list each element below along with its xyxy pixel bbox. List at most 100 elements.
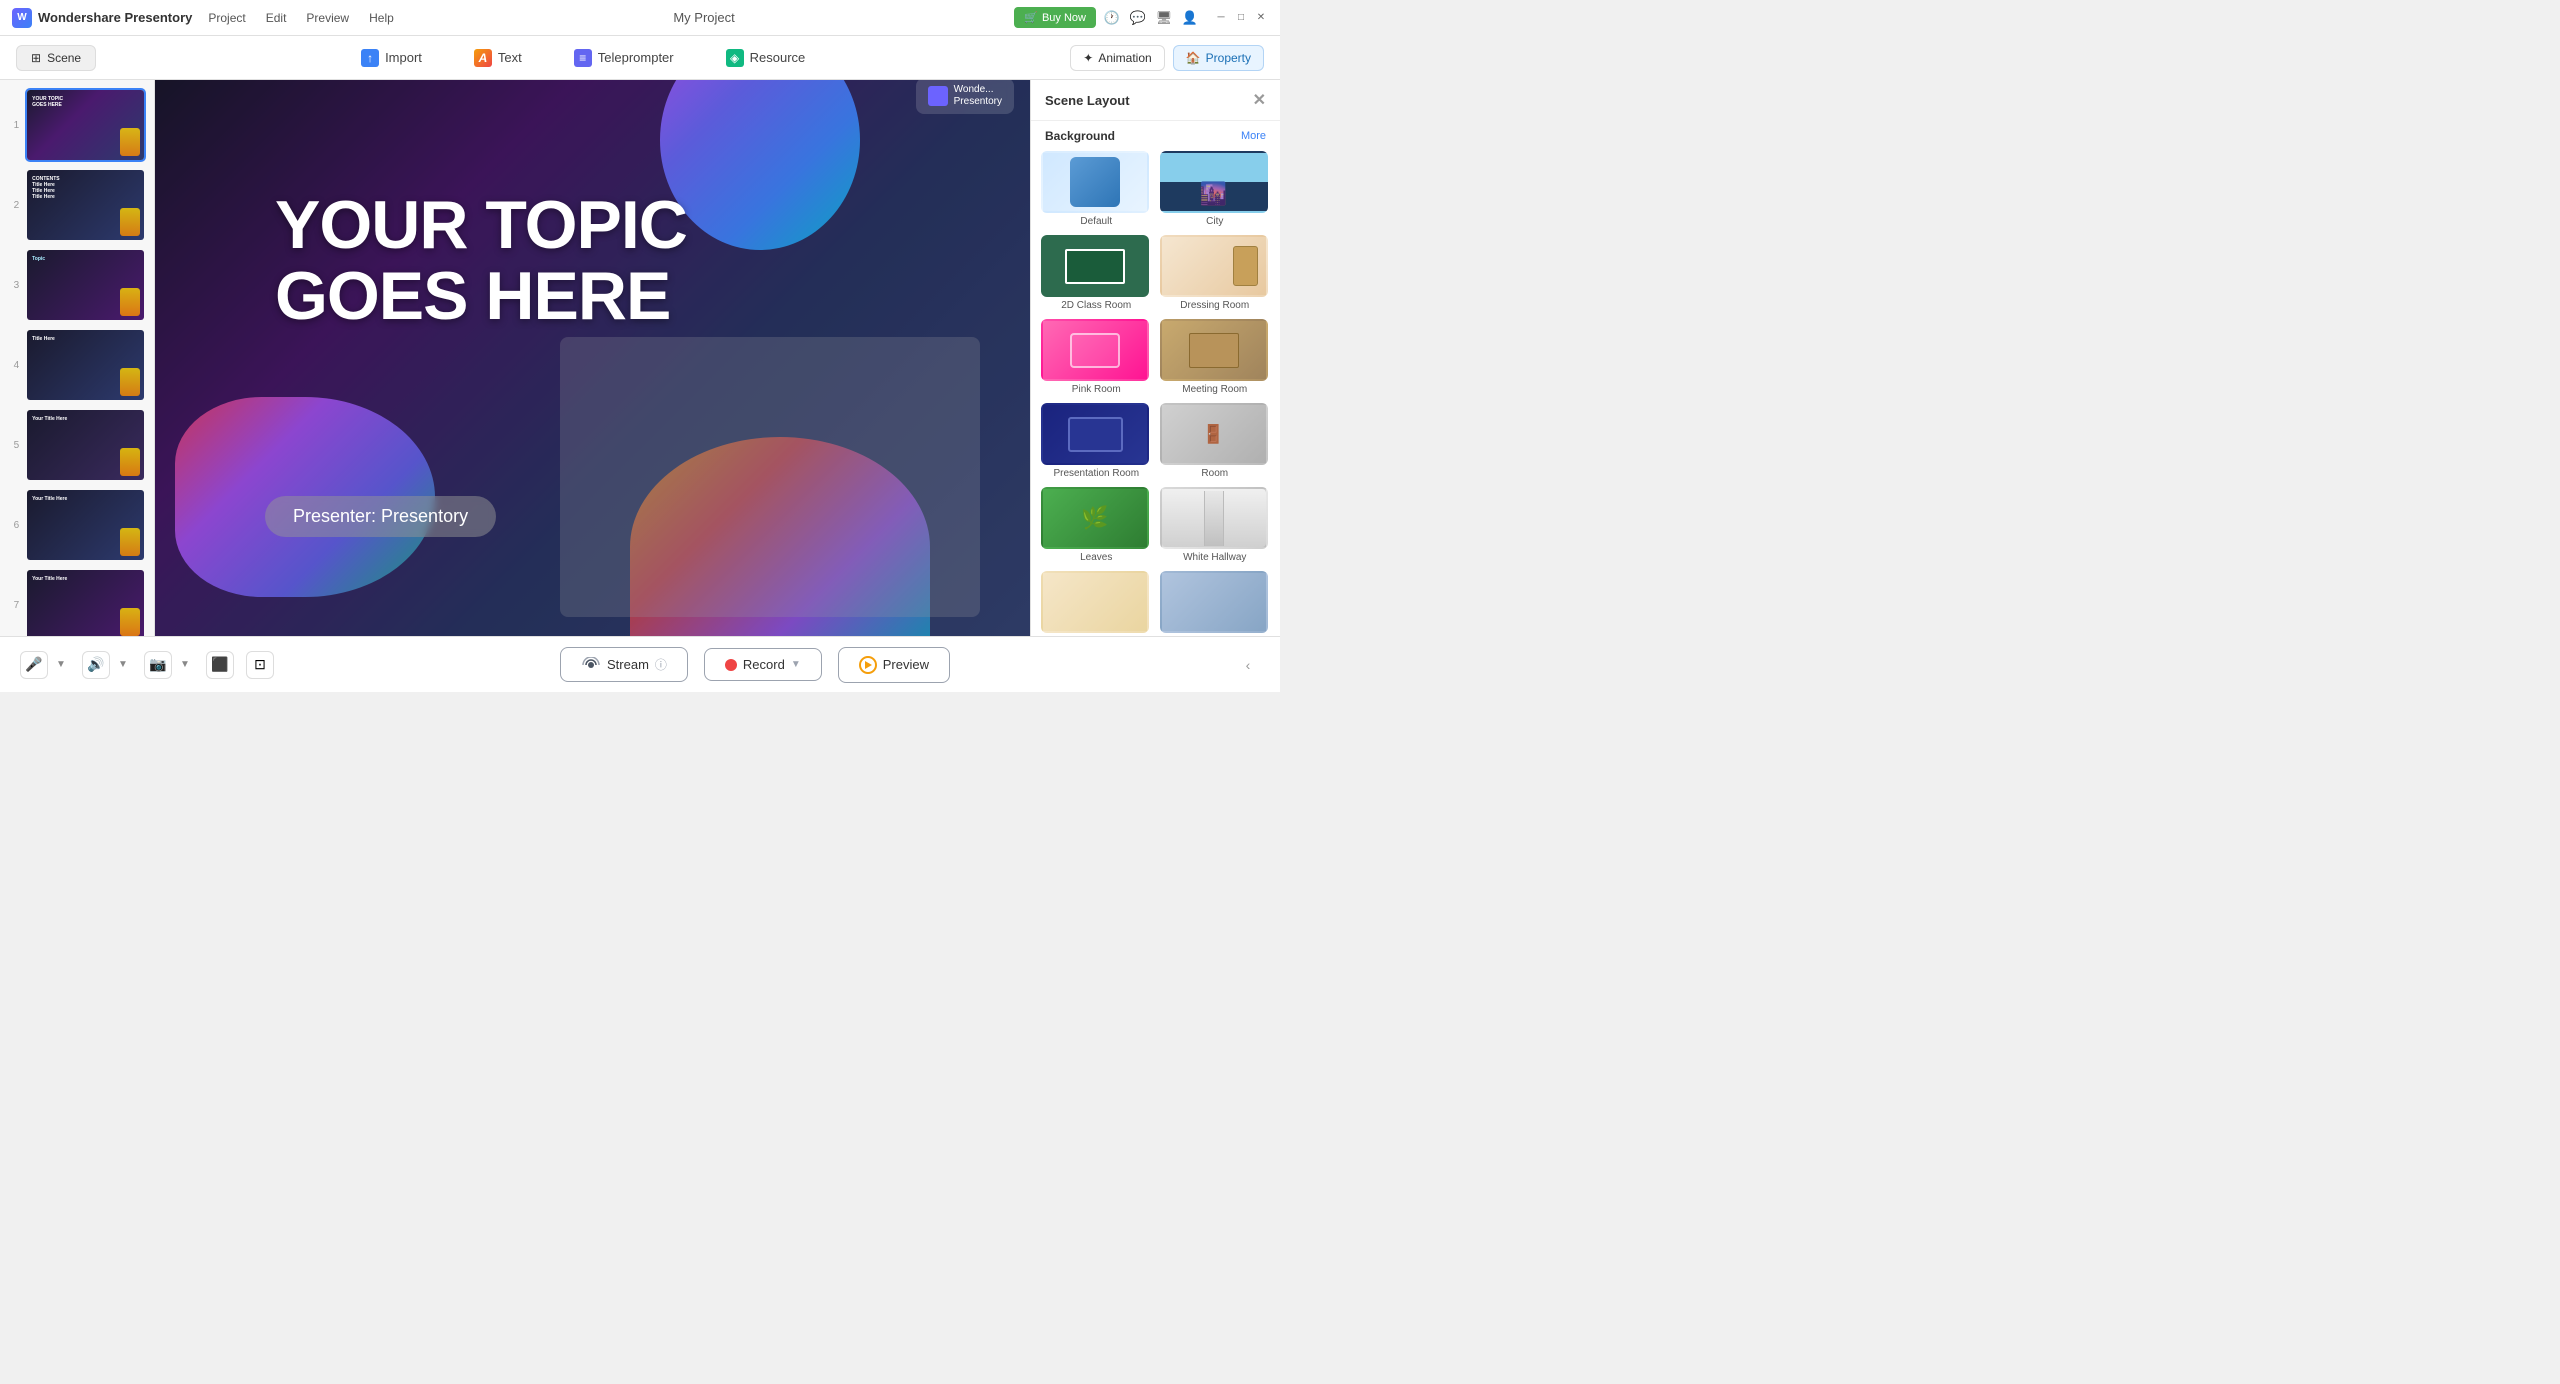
- bg-pinkroom[interactable]: Pink Room: [1041, 319, 1152, 395]
- slide-thumb-6[interactable]: Your Title Here: [25, 488, 146, 562]
- minimize-button[interactable]: ─: [1214, 11, 1228, 25]
- toolbar: ⊞ Scene ↑ Import A Text ≡ Teleprompter ◈…: [0, 36, 1280, 80]
- bg-label-pink: Pink Room: [1041, 384, 1152, 395]
- text-button[interactable]: A Text: [464, 43, 532, 73]
- import-button[interactable]: ↑ Import: [351, 43, 432, 73]
- bg-2dclassroom[interactable]: 2D Class Room: [1041, 235, 1152, 311]
- camera-group: 📷 ▼: [144, 651, 194, 679]
- mic-button[interactable]: 🎤: [20, 651, 48, 679]
- panel-header: Scene Layout ✕: [1031, 80, 1280, 121]
- teleprompter-button[interactable]: ≡ Teleprompter: [564, 43, 684, 73]
- close-button[interactable]: ✕: [1254, 11, 1268, 25]
- bg-thumb-leaves[interactable]: 🌿: [1041, 487, 1149, 549]
- menu-edit[interactable]: Edit: [266, 11, 287, 25]
- bg-bluegrey[interactable]: Blue Grey Gradient: [1160, 571, 1271, 636]
- bg-label-meeting: Meeting Room: [1160, 384, 1271, 395]
- speaker-button[interactable]: 🔊: [82, 651, 110, 679]
- bg-thumb-pink[interactable]: [1041, 319, 1149, 381]
- slide-thumb-4[interactable]: Title Here: [25, 328, 146, 402]
- stream-info-icon[interactable]: ⓘ: [655, 656, 667, 673]
- title-bar: W Wondershare Presentory Project Edit Pr…: [0, 0, 1280, 36]
- maximize-button[interactable]: □: [1234, 11, 1248, 25]
- mic-chevron[interactable]: ▼: [52, 651, 70, 679]
- slide-item[interactable]: 4 Title Here: [8, 328, 146, 402]
- bg-thumb-city[interactable]: 🌆: [1160, 151, 1268, 213]
- bg-thumb-meeting[interactable]: [1160, 319, 1268, 381]
- buy-now-button[interactable]: 🛒 Buy Now: [1014, 7, 1096, 28]
- preview-button[interactable]: Preview: [838, 647, 950, 683]
- bg-thumb-bluegrey[interactable]: [1160, 571, 1268, 633]
- main-canvas[interactable]: YOUR TOPIC GOES HERE Presenter: Presento…: [155, 80, 1030, 636]
- menu-help[interactable]: Help: [369, 11, 394, 25]
- bg-label-hallway: White Hallway: [1160, 552, 1271, 563]
- user-icon[interactable]: 👤: [1182, 10, 1198, 26]
- toolbar-right: ✦ Animation 🏠 Property: [1070, 45, 1264, 71]
- slide-thumb-1[interactable]: YOUR TOPICGOES HERE: [25, 88, 146, 162]
- bg-thumb-hallway[interactable]: [1160, 487, 1268, 549]
- menu-project[interactable]: Project: [208, 11, 245, 25]
- slide-item[interactable]: 2 CONTENTSTitle HereTitle HereTitle Here: [8, 168, 146, 242]
- more-link[interactable]: More: [1241, 130, 1266, 142]
- bottom-bar: 🎤 ▼ 🔊 ▼ 📷 ▼ ⬛ ⊡ Stream ⓘ Record ▼: [0, 636, 1280, 692]
- slide-item[interactable]: 1 YOUR TOPICGOES HERE: [8, 88, 146, 162]
- menu-preview[interactable]: Preview: [306, 11, 349, 25]
- menu-bar: Project Edit Preview Help: [208, 11, 393, 25]
- clock-icon[interactable]: 🕐: [1104, 10, 1120, 26]
- avatar-3: [120, 288, 140, 316]
- slide-thumb-3[interactable]: Topic: [25, 248, 146, 322]
- bg-label-leaves: Leaves: [1041, 552, 1152, 563]
- canvas-title-block: YOUR TOPIC GOES HERE: [275, 190, 687, 333]
- chat-icon[interactable]: 💬: [1130, 10, 1146, 26]
- resource-button[interactable]: ◈ Resource: [716, 43, 816, 73]
- collapse-right-button[interactable]: ‹: [1236, 653, 1260, 677]
- main-layout: 1 YOUR TOPICGOES HERE 2 CONTENTSTitle He…: [0, 80, 1280, 636]
- toolbar-center: ↑ Import A Text ≡ Teleprompter ◈ Resourc…: [96, 43, 1070, 73]
- layout-button[interactable]: ⊡: [246, 651, 274, 679]
- stream-icon: [581, 657, 601, 673]
- screen-icon[interactable]: 🖥: [1156, 10, 1172, 26]
- slide-item[interactable]: 7 Your Title Here: [8, 568, 146, 636]
- record-button[interactable]: Record ▼: [704, 648, 822, 681]
- stream-button[interactable]: Stream ⓘ: [560, 647, 688, 682]
- bg-thumb-presentation[interactable]: [1041, 403, 1149, 465]
- slide-thumb-5[interactable]: Your Title Here: [25, 408, 146, 482]
- avatar-1: [120, 128, 140, 156]
- bg-label-room: Room: [1160, 468, 1271, 479]
- text-icon: A: [474, 49, 492, 67]
- slide-item[interactable]: 3 Topic: [8, 248, 146, 322]
- bg-default[interactable]: Default: [1041, 151, 1152, 227]
- close-panel-button[interactable]: ✕: [1253, 90, 1266, 110]
- mic-group: 🎤 ▼: [20, 651, 70, 679]
- bg-city[interactable]: 🌆 City: [1160, 151, 1271, 227]
- bg-thumb-default[interactable]: [1041, 151, 1149, 213]
- bg-thumb-dressing[interactable]: [1160, 235, 1268, 297]
- camera-button[interactable]: 📷: [144, 651, 172, 679]
- bg-dressingroom[interactable]: Dressing Room: [1160, 235, 1271, 311]
- bg-leaves[interactable]: 🌿 Leaves: [1041, 487, 1152, 563]
- animation-button[interactable]: ✦ Animation: [1070, 45, 1164, 71]
- property-icon: 🏠: [1186, 51, 1201, 65]
- bg-presentationroom[interactable]: Presentation Room: [1041, 403, 1152, 479]
- app-name: Wondershare Presentory: [38, 10, 192, 25]
- property-button[interactable]: 🏠 Property: [1173, 45, 1264, 71]
- slide-item[interactable]: 6 Your Title Here: [8, 488, 146, 562]
- slide-item[interactable]: 5 Your Title Here: [8, 408, 146, 482]
- bg-thumb-2dclass[interactable]: [1041, 235, 1149, 297]
- camera-chevron[interactable]: ▼: [176, 651, 194, 679]
- record-chevron-icon[interactable]: ▼: [791, 659, 801, 670]
- slide-thumb-2[interactable]: CONTENTSTitle HereTitle HereTitle Here: [25, 168, 146, 242]
- bg-meetingroom[interactable]: Meeting Room: [1160, 319, 1271, 395]
- avatar-4: [120, 368, 140, 396]
- bg-champagne[interactable]: Champagne Gradient: [1041, 571, 1152, 636]
- bg-room[interactable]: 🚪 Room: [1160, 403, 1271, 479]
- animation-icon: ✦: [1083, 51, 1093, 65]
- bg-thumb-room[interactable]: 🚪: [1160, 403, 1268, 465]
- bottom-left-controls: 🎤 ▼ 🔊 ▼ 📷 ▼ ⬛ ⊡: [20, 651, 274, 679]
- screen-share-button[interactable]: ⬛: [206, 651, 234, 679]
- bg-thumb-champagne[interactable]: [1041, 571, 1149, 633]
- speaker-chevron[interactable]: ▼: [114, 651, 132, 679]
- bg-whitehallway[interactable]: White Hallway: [1160, 487, 1271, 563]
- scene-button[interactable]: ⊞ Scene: [16, 45, 96, 71]
- slide-thumb-7[interactable]: Your Title Here: [25, 568, 146, 636]
- laptop-prop: [560, 337, 980, 617]
